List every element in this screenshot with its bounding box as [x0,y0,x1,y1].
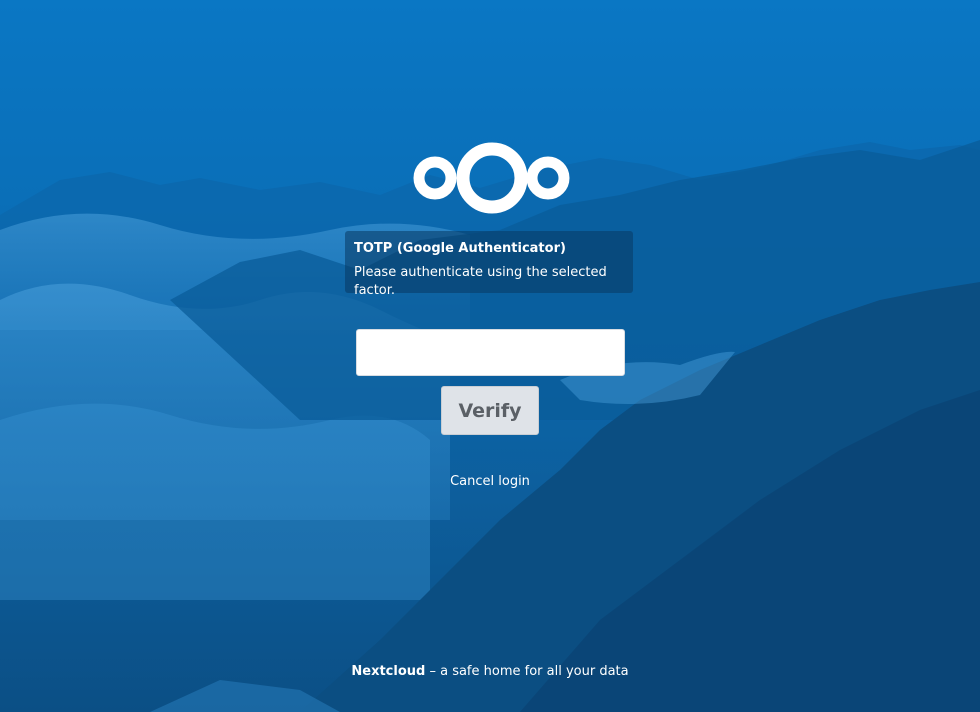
notice-title: TOTP (Google Authenticator) [354,241,566,256]
nextcloud-logo-icon [413,142,570,214]
footer-tagline: – a safe home for all your data [425,664,629,679]
verify-button[interactable]: Verify [441,386,539,435]
footer: Nextcloud – a safe home for all your dat… [290,663,690,681]
notice-text: Please authenticate using the selected f… [354,265,607,298]
footer-brand: Nextcloud [351,664,426,679]
login-page: TOTP (Google Authenticator) Please authe… [0,0,980,712]
cancel-login-link[interactable]: Cancel login [440,473,540,491]
two-factor-notice: TOTP (Google Authenticator) Please authe… [345,231,633,298]
authentication-code-input[interactable] [356,329,625,376]
